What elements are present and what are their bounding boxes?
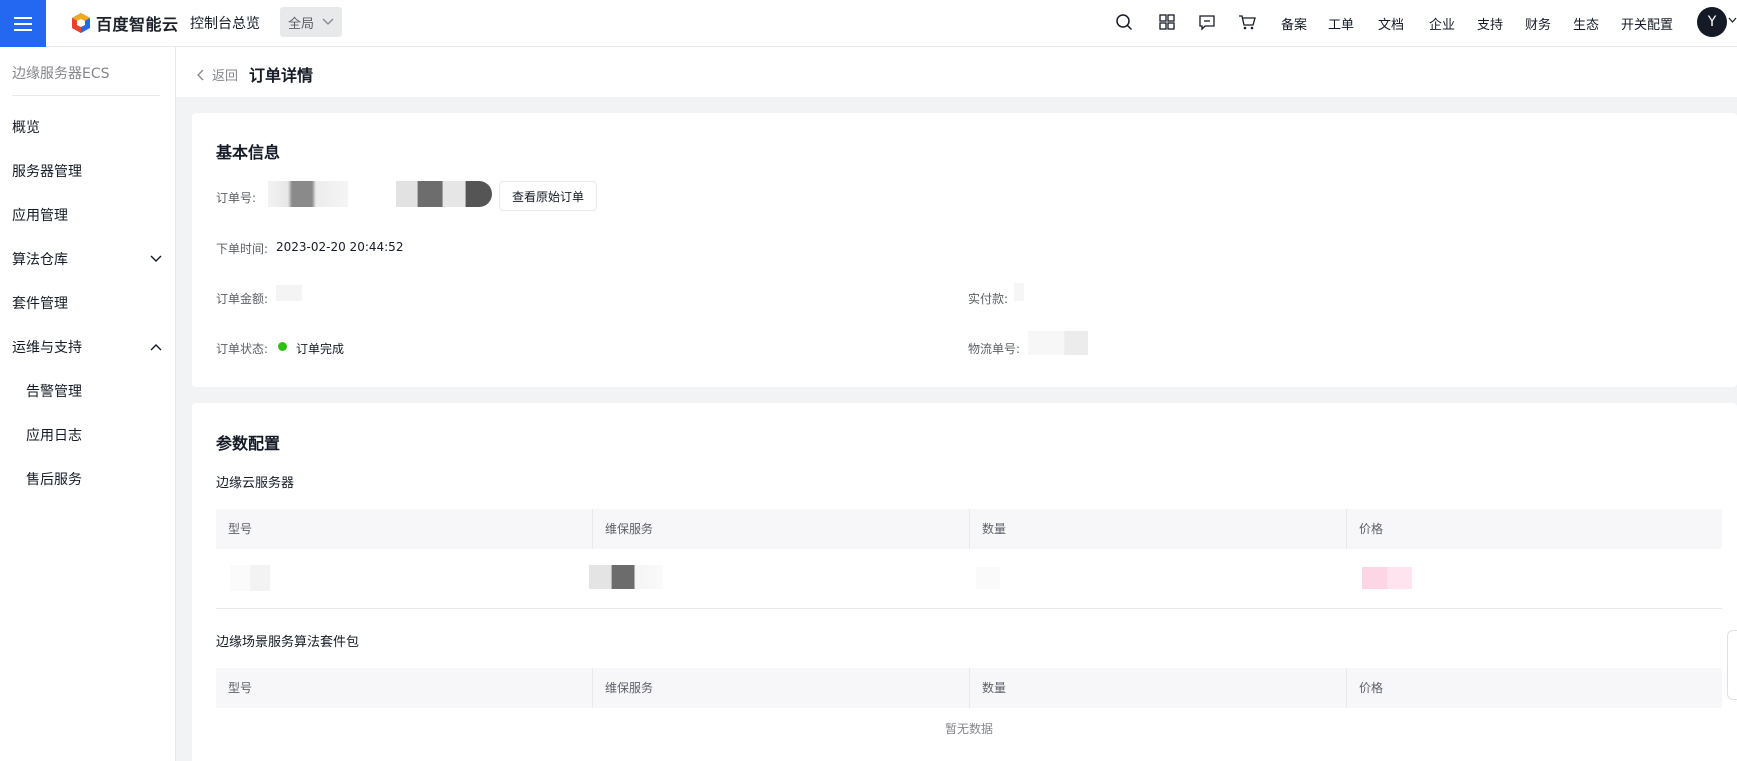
order-amount-label: 订单金额: <box>216 292 269 306</box>
nav-link-finance[interactable]: 财务 <box>1525 14 1551 33</box>
model-redacted <box>230 565 270 591</box>
side-panel-handle[interactable] <box>1727 630 1737 700</box>
sidebar-item-after-sales[interactable]: 售后服务 <box>26 469 156 489</box>
top-navigation-bar: 百度智能云 控制台总览 全局 备案 工单 文档 企业 支持 财务 生态 开关配置… <box>0 0 1737 47</box>
user-avatar[interactable]: Y <box>1697 7 1727 37</box>
search-icon[interactable] <box>1115 12 1133 32</box>
basic-info-title: 基本信息 <box>216 143 281 162</box>
sidebar-item-ops-support[interactable]: 运维与支持 <box>12 337 162 357</box>
sidebar-item-label: 运维与支持 <box>12 340 82 356</box>
sidebar-divider <box>12 95 160 96</box>
avatar-chevron-down-icon[interactable] <box>1728 17 1737 24</box>
nav-link-enterprise[interactable]: 企业 <box>1429 14 1455 33</box>
order-no-redacted-2 <box>396 181 492 207</box>
baidu-cloud-logo[interactable]: 百度智能云 <box>70 11 179 35</box>
maintenance-redacted <box>589 565 663 589</box>
param-config-card: 参数配置 边缘云服务器 型号 维保服务 数量 价格 边缘场景服务算法套件包 型号… <box>192 403 1737 761</box>
column-header-maintenance: 维保服务 <box>593 668 970 708</box>
cart-icon[interactable] <box>1238 12 1256 32</box>
nav-link-support[interactable]: 支持 <box>1477 14 1503 33</box>
chevron-left-icon <box>197 69 204 80</box>
logo-icon <box>72 13 90 33</box>
region-select[interactable]: 全局 <box>280 7 342 37</box>
sidebar-item-app-management[interactable]: 应用管理 <box>12 205 162 225</box>
sidebar-title: 边缘服务器ECS <box>12 66 110 82</box>
sidebar-item-overview[interactable]: 概览 <box>12 117 162 137</box>
page-title: 订单详情 <box>249 66 314 85</box>
param-config-title: 参数配置 <box>216 434 281 453</box>
nav-link-beian[interactable]: 备案 <box>1281 14 1307 33</box>
logo-text: 百度智能云 <box>96 15 179 34</box>
column-header-price: 价格 <box>1359 681 1384 695</box>
console-overview-link[interactable]: 控制台总览 <box>190 13 260 33</box>
table-header: 型号 维保服务 数量 价格 <box>216 668 1722 708</box>
sidebar-item-alarm-management[interactable]: 告警管理 <box>26 381 156 401</box>
sidebar-item-label: 售后服务 <box>26 472 82 488</box>
column-header-maintenance: 维保服务 <box>593 509 970 549</box>
sidebar-item-label: 算法仓库 <box>12 252 68 268</box>
logistics-no-label: 物流单号: <box>968 342 1021 356</box>
edge-server-table: 型号 维保服务 数量 价格 <box>216 509 1722 610</box>
price-redacted <box>1362 567 1412 589</box>
column-header-price: 价格 <box>1359 522 1384 536</box>
sidebar-item-label: 应用日志 <box>26 428 82 444</box>
algorithm-suite-table: 型号 维保服务 数量 价格 暂无数据 <box>216 668 1722 761</box>
order-status-label: 订单状态: <box>216 342 269 356</box>
column-header-model: 型号 <box>216 668 593 708</box>
quantity-redacted <box>976 567 1000 589</box>
back-link[interactable]: 返回 <box>196 65 238 84</box>
empty-data-text: 暂无数据 <box>944 722 993 736</box>
paid-amount-redacted <box>1014 283 1024 301</box>
sidebar-item-label: 应用管理 <box>12 208 68 224</box>
hamburger-menu-icon[interactable] <box>0 0 46 47</box>
sidebar-item-app-logs[interactable]: 应用日志 <box>26 425 156 445</box>
view-original-order-button[interactable]: 查看原始订单 <box>499 181 597 211</box>
table-row <box>216 549 1722 609</box>
order-no-label: 订单号: <box>216 191 257 205</box>
algorithm-suite-section-title: 边缘场景服务算法套件包 <box>216 635 360 650</box>
sidebar-item-label: 概览 <box>12 120 40 136</box>
region-value: 全局 <box>288 16 315 32</box>
order-time-label: 下单时间: <box>216 242 269 256</box>
nav-link-ticket[interactable]: 工单 <box>1328 14 1354 33</box>
column-header-model: 型号 <box>216 509 593 549</box>
logistics-no-redacted <box>1028 331 1088 355</box>
grid-apps-icon[interactable] <box>1159 12 1175 32</box>
order-no-redacted <box>268 181 348 207</box>
paid-amount-label: 实付款: <box>968 292 1009 306</box>
sidebar-item-algorithm-repo[interactable]: 算法仓库 <box>12 249 162 269</box>
chevron-up-icon <box>150 344 162 351</box>
nav-link-switch-config[interactable]: 开关配置 <box>1621 14 1673 33</box>
order-status-value: 订单完成 <box>296 342 345 356</box>
table-header: 型号 维保服务 数量 价格 <box>216 509 1722 549</box>
column-header-quantity: 数量 <box>970 509 1347 549</box>
sidebar-item-label: 告警管理 <box>26 384 82 400</box>
chevron-down-icon <box>322 18 334 25</box>
sidebar-item-label: 服务器管理 <box>12 164 82 180</box>
sidebar: 边缘服务器ECS 概览 服务器管理 应用管理 算法仓库 套件管理 运维与支持 告… <box>0 47 176 761</box>
status-dot-icon <box>278 342 287 351</box>
message-icon[interactable] <box>1199 12 1215 32</box>
edge-server-section-title: 边缘云服务器 <box>216 476 295 491</box>
nav-link-ecosystem[interactable]: 生态 <box>1573 14 1599 33</box>
page-header: 返回 订单详情 <box>176 47 1737 97</box>
basic-info-card: 基本信息 订单号: 查看原始订单 下单时间: 2023-02-20 20:44:… <box>192 113 1737 387</box>
sidebar-item-label: 套件管理 <box>12 296 68 312</box>
order-time-value: 2023-02-20 20:44:52 <box>276 240 404 254</box>
back-label: 返回 <box>212 69 239 84</box>
nav-link-docs[interactable]: 文档 <box>1378 14 1404 33</box>
order-amount-redacted <box>276 285 302 301</box>
chevron-down-icon <box>150 255 162 262</box>
column-header-quantity: 数量 <box>970 668 1347 708</box>
sidebar-item-suite-management[interactable]: 套件管理 <box>12 293 162 313</box>
sidebar-item-server-management[interactable]: 服务器管理 <box>12 161 162 181</box>
